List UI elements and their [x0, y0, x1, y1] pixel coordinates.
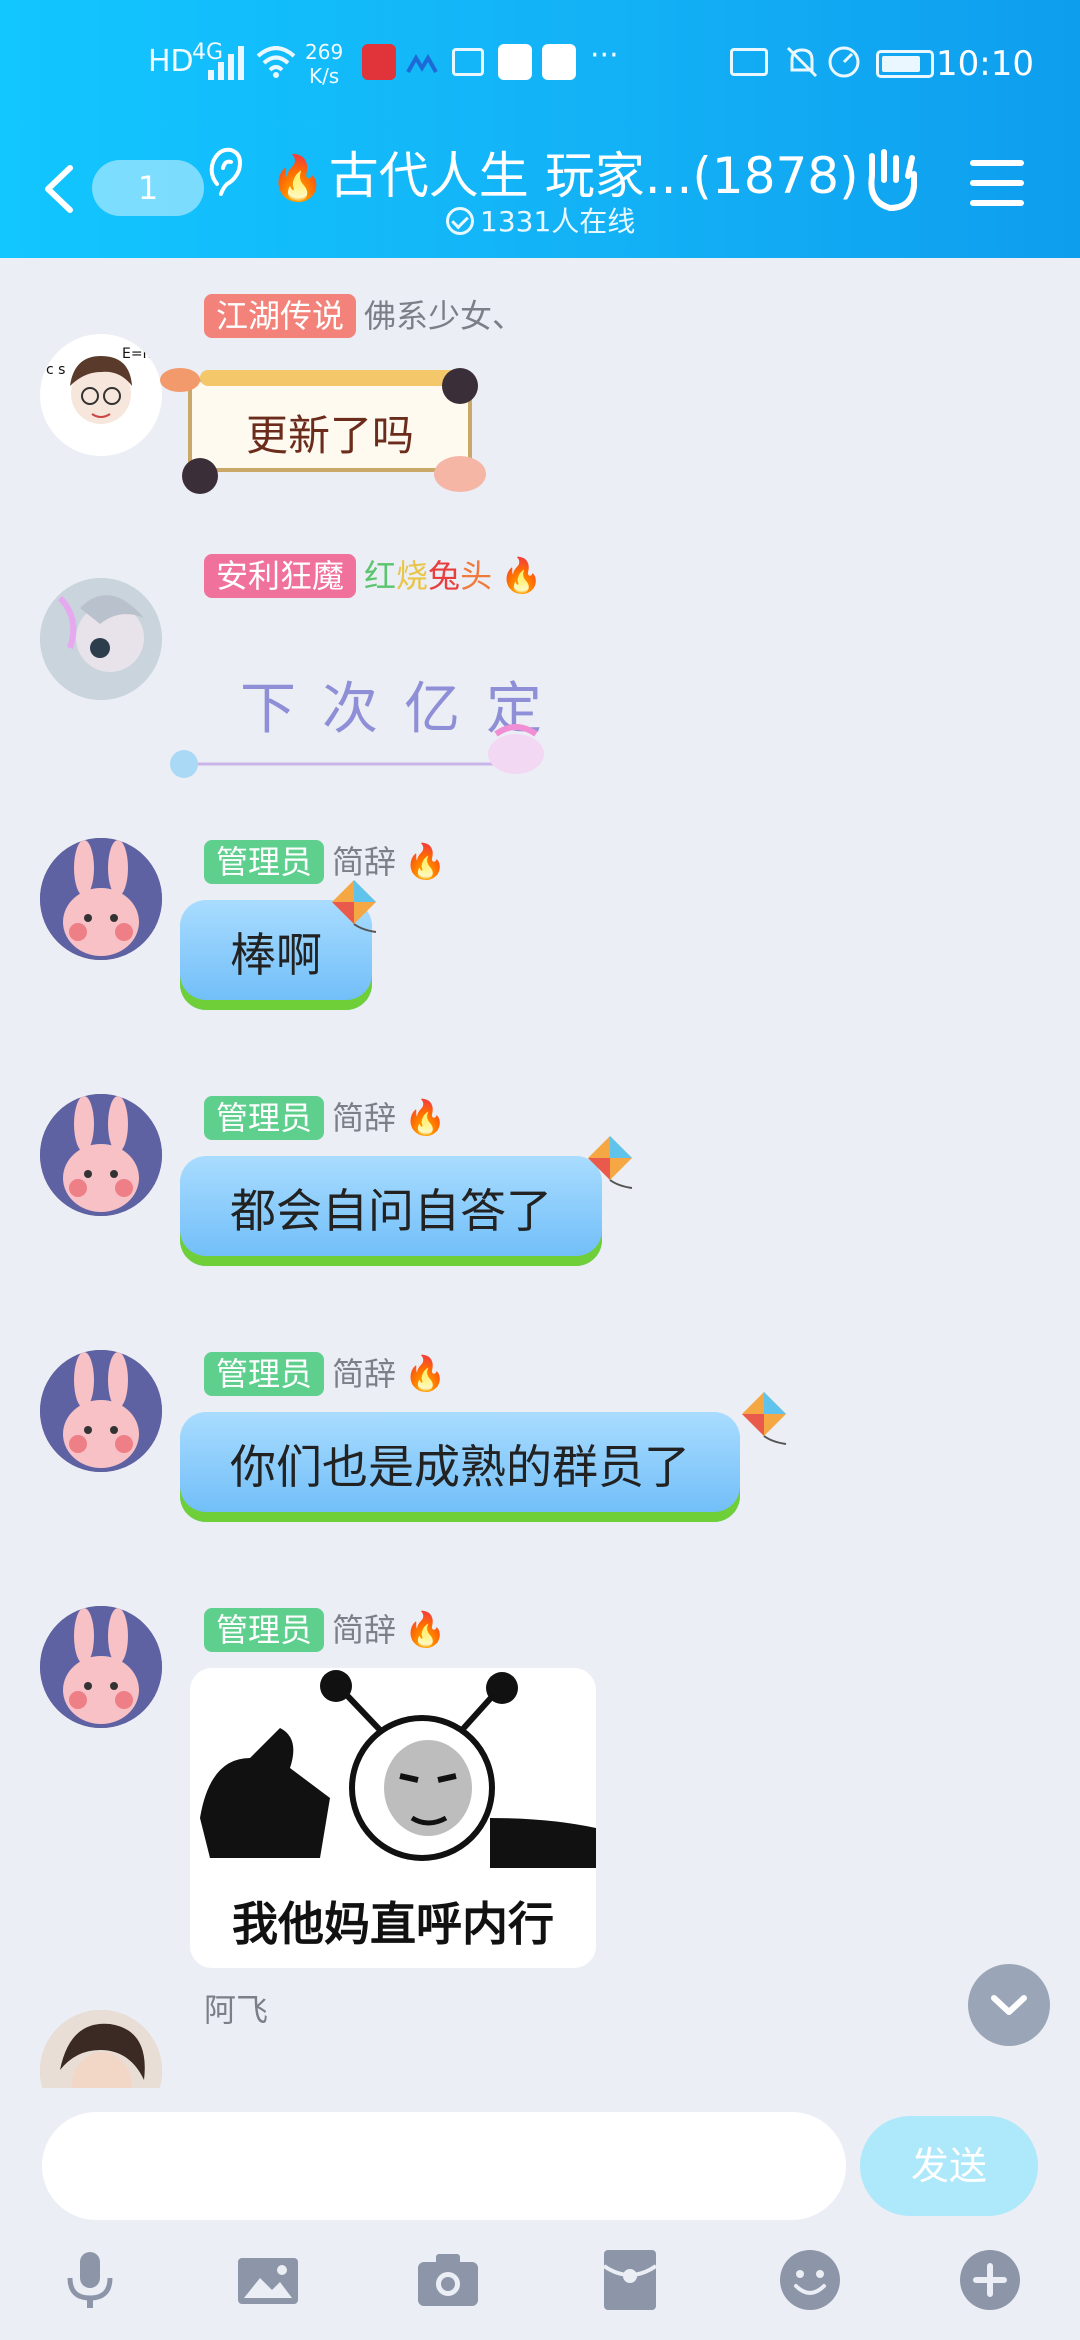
- red-packet-icon[interactable]: [598, 2248, 662, 2312]
- sticker-message[interactable]: 更新了吗: [160, 346, 500, 506]
- member-tag: 管理员: [204, 1352, 325, 1396]
- online-count: 1331人在线: [446, 200, 635, 240]
- message-meta: 阿飞: [204, 1988, 268, 2032]
- message-meta: 安利狂魔 红烧兔头 🔥: [204, 554, 542, 598]
- hand-gesture-icon[interactable]: [862, 146, 922, 216]
- sender-name[interactable]: 简辞: [332, 843, 396, 881]
- fire-icon: 🔥: [500, 556, 543, 596]
- avatar[interactable]: [40, 838, 162, 960]
- kite-icon: [332, 880, 377, 933]
- sender-name-part[interactable]: 烧: [396, 557, 428, 595]
- sender-name-part[interactable]: 头: [460, 557, 492, 595]
- message-input[interactable]: [42, 2112, 846, 2220]
- scroll-to-bottom-button[interactable]: [968, 1964, 1050, 2046]
- sticker-text: 更新了吗: [245, 411, 414, 460]
- member-tag: 管理员: [204, 1096, 325, 1140]
- top-bar: HD 4G 269 K/s ··· 10:10 1 🔥古代人生 玩家...(18…: [0, 0, 1080, 258]
- fire-icon: 🔥: [270, 153, 325, 204]
- group-title-text: 古代人生 玩家...(1878): [328, 147, 859, 205]
- microphone-icon[interactable]: [58, 2248, 122, 2312]
- camera-icon[interactable]: [416, 2248, 480, 2312]
- baidu-icon: [498, 44, 532, 80]
- message-meta: 管理员 简辞 🔥: [204, 1096, 446, 1140]
- sender-name[interactable]: 佛系少女、: [364, 297, 524, 335]
- avatar[interactable]: [40, 1350, 162, 1472]
- menu-icon[interactable]: [970, 160, 1024, 208]
- sender-name[interactable]: 简辞: [332, 1099, 396, 1137]
- image-icon[interactable]: [236, 2248, 300, 2312]
- cast-icon: [730, 48, 768, 76]
- signal-icon: [208, 44, 248, 84]
- screen-icon: [452, 48, 484, 76]
- svg-text:c s: c s: [46, 362, 65, 378]
- message-bubble[interactable]: 都会自问自答了: [180, 1156, 602, 1266]
- sender-name[interactable]: 简辞: [332, 1611, 396, 1649]
- avatar[interactable]: [40, 2010, 162, 2088]
- member-tag: 安利狂魔: [204, 554, 357, 598]
- sender-name[interactable]: 简辞: [332, 1355, 396, 1393]
- member-tag: 江湖传说: [204, 294, 357, 338]
- sender-name[interactable]: 阿飞: [204, 1991, 268, 2029]
- online-count-text: 1331人在线: [480, 205, 636, 238]
- handwriting-message[interactable]: 下次亿定: [160, 644, 580, 804]
- avatar[interactable]: [40, 1606, 162, 1728]
- emoji-icon[interactable]: [778, 2248, 842, 2312]
- battery-icon: [876, 50, 934, 78]
- group-title[interactable]: 🔥古代人生 玩家...(1878): [270, 136, 859, 208]
- avatar[interactable]: [40, 578, 162, 700]
- meme-drawing-icon: [200, 1670, 596, 1868]
- speed-value: 269: [305, 40, 344, 64]
- network-speed: 269 K/s: [305, 40, 343, 88]
- chat-header: 1 🔥古代人生 玩家...(1878) 1331人在线: [0, 120, 1080, 260]
- app-icon: [406, 54, 438, 78]
- send-button[interactable]: 发送: [860, 2116, 1038, 2216]
- kite-icon: [588, 1136, 633, 1189]
- input-bar: 发送: [0, 2088, 1080, 2340]
- message-meta: 管理员 简辞 🔥: [204, 1608, 446, 1652]
- back-chevron-icon: [45, 165, 73, 213]
- unread-badge: 1: [92, 160, 204, 216]
- recorder-icon: [362, 44, 396, 80]
- member-tag: 管理员: [204, 840, 325, 884]
- clock: 10:10: [936, 44, 1034, 84]
- meme-image[interactable]: 我他妈直呼内行: [190, 1668, 596, 1968]
- meme-caption: 我他妈直呼内行: [232, 1897, 554, 1951]
- hd-icon: HD: [148, 44, 194, 79]
- message-meta: 管理员 简辞 🔥: [204, 1352, 446, 1396]
- check-circle-icon: [446, 207, 474, 235]
- plus-icon[interactable]: [958, 2248, 1022, 2312]
- wifi-icon: [256, 46, 296, 82]
- message-bubble[interactable]: 你们也是成熟的群员了: [180, 1412, 740, 1522]
- avatar[interactable]: c s E=mc²: [40, 334, 162, 456]
- fire-icon: 🔥: [404, 842, 447, 882]
- mute-icon: [784, 44, 820, 84]
- browser-icon: [542, 44, 576, 80]
- sender-name-part[interactable]: 红: [364, 557, 396, 595]
- chevron-down-icon: [991, 1995, 1027, 2015]
- avatar[interactable]: [40, 1094, 162, 1216]
- more-notifications-icon: ···: [590, 38, 619, 73]
- status-bar: HD 4G 269 K/s ··· 10:10: [0, 0, 1080, 130]
- fire-icon: 🔥: [404, 1610, 447, 1650]
- chat-list[interactable]: c sE=mc² 江湖传说佛系少女、 更新了吗 安利狂魔红烧兔头🔥 下次亿定: [0, 258, 1080, 2088]
- unicorn-line-icon: [170, 724, 544, 778]
- speed-unit: K/s: [308, 64, 340, 88]
- svg-text:E=mc²: E=mc²: [122, 346, 162, 362]
- member-tag: 管理员: [204, 1608, 325, 1652]
- ear-icon[interactable]: [205, 144, 245, 200]
- toolbar: [0, 2248, 1080, 2340]
- fire-icon: 🔥: [404, 1098, 447, 1138]
- speedometer-icon: [826, 44, 862, 84]
- sender-name-part[interactable]: 兔: [428, 557, 460, 595]
- kite-icon: [742, 1392, 787, 1445]
- back-button[interactable]: 1: [40, 152, 204, 222]
- message-meta: 江湖传说 佛系少女、: [204, 294, 524, 338]
- fire-icon: 🔥: [404, 1354, 447, 1394]
